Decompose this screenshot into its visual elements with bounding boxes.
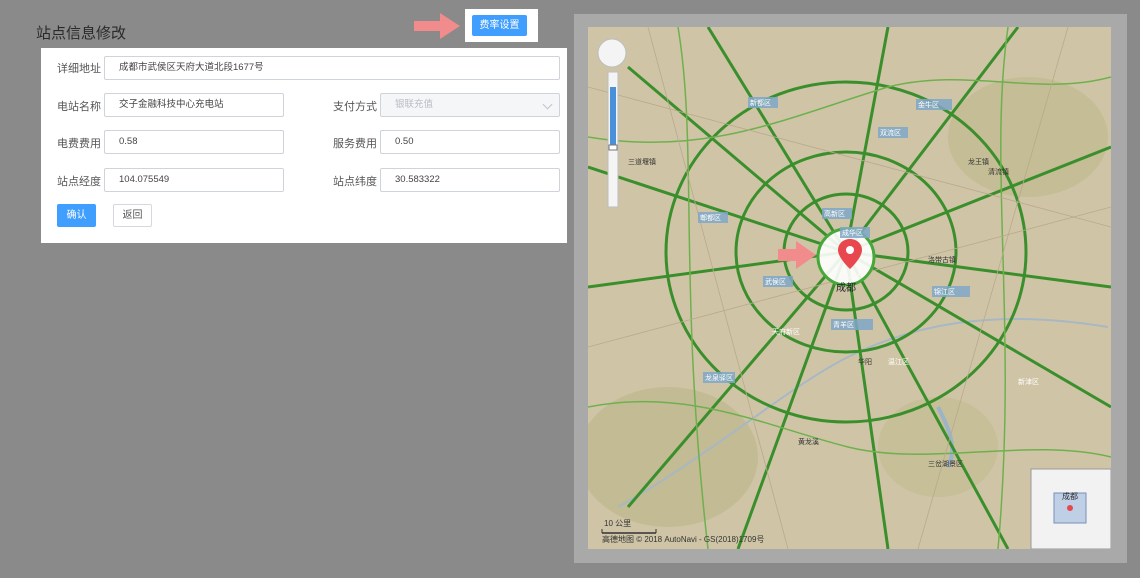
map-district-label: 新都区 [750,100,771,107]
map-district-label: 天府新区 [772,329,800,336]
map-view[interactable]: 成都 成都 10 公里 高德地图 © 2018 AutoNavi - GS(20… [588,27,1111,549]
map-district-label: 成华区 [842,230,863,237]
map-district-label: 双流区 [880,130,901,137]
service-fee-label: 服务费用 [333,138,377,150]
map-town-label: 清流镇 [988,169,1009,176]
overview-label: 成都 [1062,492,1078,501]
map-town-label: 华阳 [858,359,872,366]
map-district-label: 金牛区 [918,102,939,109]
map-district-label: 温江区 [888,359,909,366]
longitude-label: 站点经度 [57,176,101,188]
rate-settings-button[interactable]: 费率设置 [472,15,527,36]
page-title: 站点信息修改 [36,25,127,42]
map-town-label: 龙王镇 [968,159,989,166]
map-district-label: 龙泉驿区 [705,375,733,382]
address-label: 详细地址 [57,63,101,75]
map-town-label: 洛带古镇 [928,257,956,264]
payment-select[interactable]: 银联充值 [380,93,560,117]
address-input[interactable]: 成都市武侯区天府大道北段1677号 [104,56,560,80]
electricity-fee-label: 电费费用 [57,138,101,150]
scale-label: 10 公里 [604,519,632,528]
map-town-label: 三岔湖景区 [928,461,963,468]
station-edit-form: 详细地址 成都市武侯区天府大道北段1677号 电站名称 交子金融科技中心充电站 … [41,48,567,243]
map-district-label: 高新区 [824,211,845,218]
station-name-label: 电站名称 [57,101,101,113]
map-district-label: 武侯区 [765,279,786,286]
map-district-label: 郫都区 [700,215,721,222]
map-district-label: 青羊区 [833,322,854,329]
latitude-input[interactable]: 30.583322 [380,168,560,192]
rate-settings-highlight: 费率设置 [465,9,538,42]
latitude-label: 站点纬度 [333,176,377,188]
electricity-fee-input[interactable]: 0.58 [104,130,284,154]
service-fee-input[interactable]: 0.50 [380,130,560,154]
overview-map[interactable] [1030,468,1111,549]
payment-label: 支付方式 [333,101,377,113]
map-district-label: 锦江区 [934,289,955,296]
pointer-arrow-icon [414,13,460,39]
chevron-down-icon [542,99,553,110]
station-name-input[interactable]: 交子金融科技中心充电站 [104,93,284,117]
map-center-label: 成都 [836,283,856,294]
map-town-label: 黄龙溪 [798,439,819,446]
confirm-button[interactable]: 确认 [57,204,96,227]
longitude-input[interactable]: 104.075549 [104,168,284,192]
map-district-label: 新津区 [1018,379,1039,386]
map-copyright: 高德地图 © 2018 AutoNavi - GS(2018)1709号 [602,535,765,544]
payment-value: 银联充值 [395,99,434,110]
back-button[interactable]: 返回 [113,204,152,227]
map-town-label: 三道堰镇 [628,159,656,166]
